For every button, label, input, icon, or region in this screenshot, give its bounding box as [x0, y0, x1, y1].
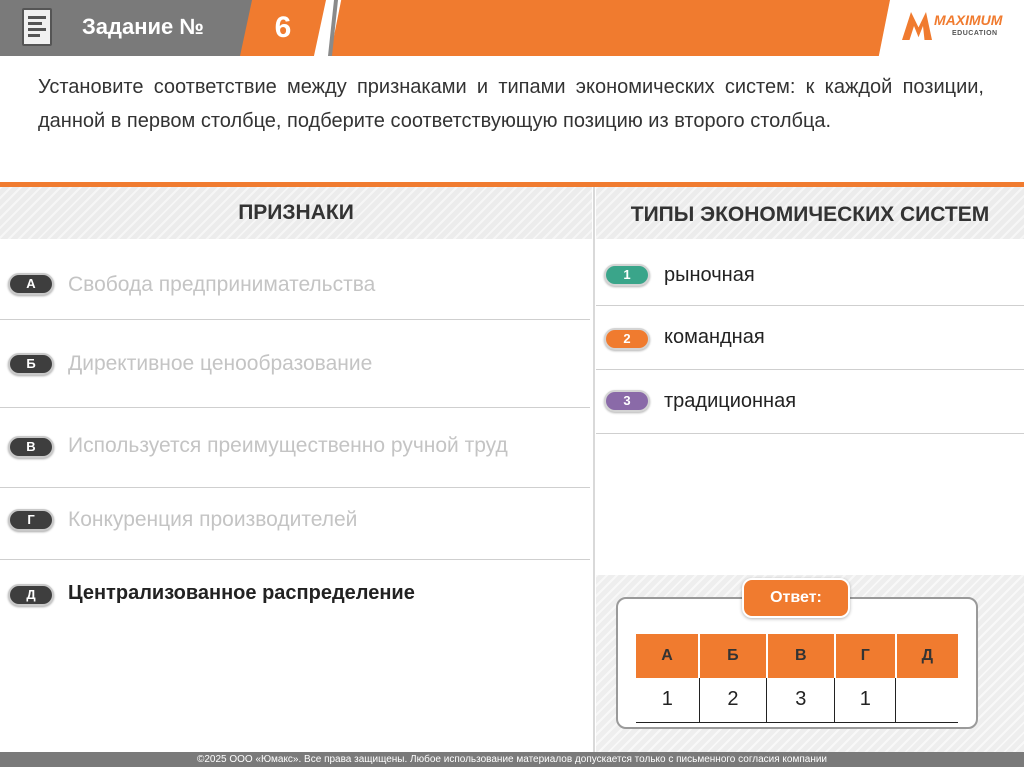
header-bar: Задание № 6 MAXIMUM EDUCATION [0, 0, 1024, 56]
answer-header-cell: А [636, 634, 701, 678]
answer-header-cell: В [766, 634, 836, 678]
maximum-logo: MAXIMUM EDUCATION [902, 8, 1014, 48]
type-option-2: 2 командная [596, 306, 1024, 370]
feature-text: Директивное ценообразование [68, 352, 373, 375]
feature-row-g: Г Конкуренция производителей [0, 488, 590, 560]
header-orange-band [330, 0, 890, 56]
types-column-title: ТИПЫ ЭКОНОМИЧЕСКИХ СИСТЕМ [630, 203, 990, 226]
answer-cell[interactable]: 3 [766, 678, 835, 723]
feature-letter-badge: В [8, 436, 54, 458]
column-divider [593, 187, 595, 752]
types-column-header: ТИПЫ ЭКОНОМИЧЕСКИХ СИСТЕМ [596, 187, 1024, 239]
type-text: рыночная [664, 264, 755, 286]
feature-row-v: В Используется преимущественно ручной тр… [0, 408, 590, 488]
answer-table: А Б В Г Д 1 2 3 1 [636, 634, 958, 723]
task-number: 6 [274, 11, 292, 44]
feature-text: Конкуренция производителей [68, 508, 358, 531]
features-column-header: ПРИЗНАКИ [0, 187, 592, 239]
type-number-badge: 3 [604, 390, 650, 412]
type-number-badge: 1 [604, 264, 650, 286]
logo-mark-icon [902, 12, 932, 40]
logo-text: MAXIMUM [934, 12, 1003, 28]
task-number-badge: 6 [240, 0, 326, 56]
feature-row-d: Д Централизованное распределение [0, 560, 590, 620]
type-text: командная [664, 326, 765, 348]
answer-cell[interactable]: 2 [698, 678, 767, 723]
feature-row-a: А Свобода предпринимательства [0, 240, 590, 320]
feature-letter-badge: Г [8, 509, 54, 531]
type-text: традиционная [664, 390, 797, 412]
logo-subtext: EDUCATION [952, 30, 998, 37]
answer-cell[interactable]: 1 [636, 678, 700, 723]
feature-letter-badge: А [8, 273, 54, 295]
answer-header-cell: Д [895, 634, 958, 678]
feature-text: Используется преимущественно ручной труд [68, 434, 508, 457]
answer-cell[interactable]: 1 [834, 678, 896, 723]
document-icon [22, 8, 52, 46]
task-title: Задание № [82, 14, 204, 39]
type-option-1: 1 рыночная [596, 240, 1024, 306]
feature-letter-badge: Б [8, 353, 54, 375]
feature-letter-badge: Д [8, 584, 54, 606]
features-column-title: ПРИЗНАКИ [238, 201, 354, 224]
task-instruction: Установите соответствие между признаками… [38, 76, 984, 132]
copyright-text: ©2025 ООО «Юмакс». Все права защищены. Л… [196, 754, 828, 765]
feature-text-active: Централизованное распределение [68, 582, 415, 604]
feature-row-b: Б Директивное ценообразование [0, 320, 590, 408]
footer-bar: ©2025 ООО «Юмакс». Все права защищены. Л… [0, 752, 1024, 767]
type-number-badge: 2 [604, 328, 650, 350]
feature-text: Свобода предпринимательства [68, 273, 376, 296]
answer-cell[interactable] [895, 678, 958, 723]
answer-value-row: 1 2 3 1 [636, 678, 958, 723]
answer-label: Ответ: [742, 578, 850, 618]
answer-header-cell: Б [699, 634, 768, 678]
answer-header-row: А Б В Г Д [636, 634, 958, 678]
type-option-3: 3 традиционная [596, 370, 1024, 434]
answer-header-cell: Г [834, 634, 897, 678]
